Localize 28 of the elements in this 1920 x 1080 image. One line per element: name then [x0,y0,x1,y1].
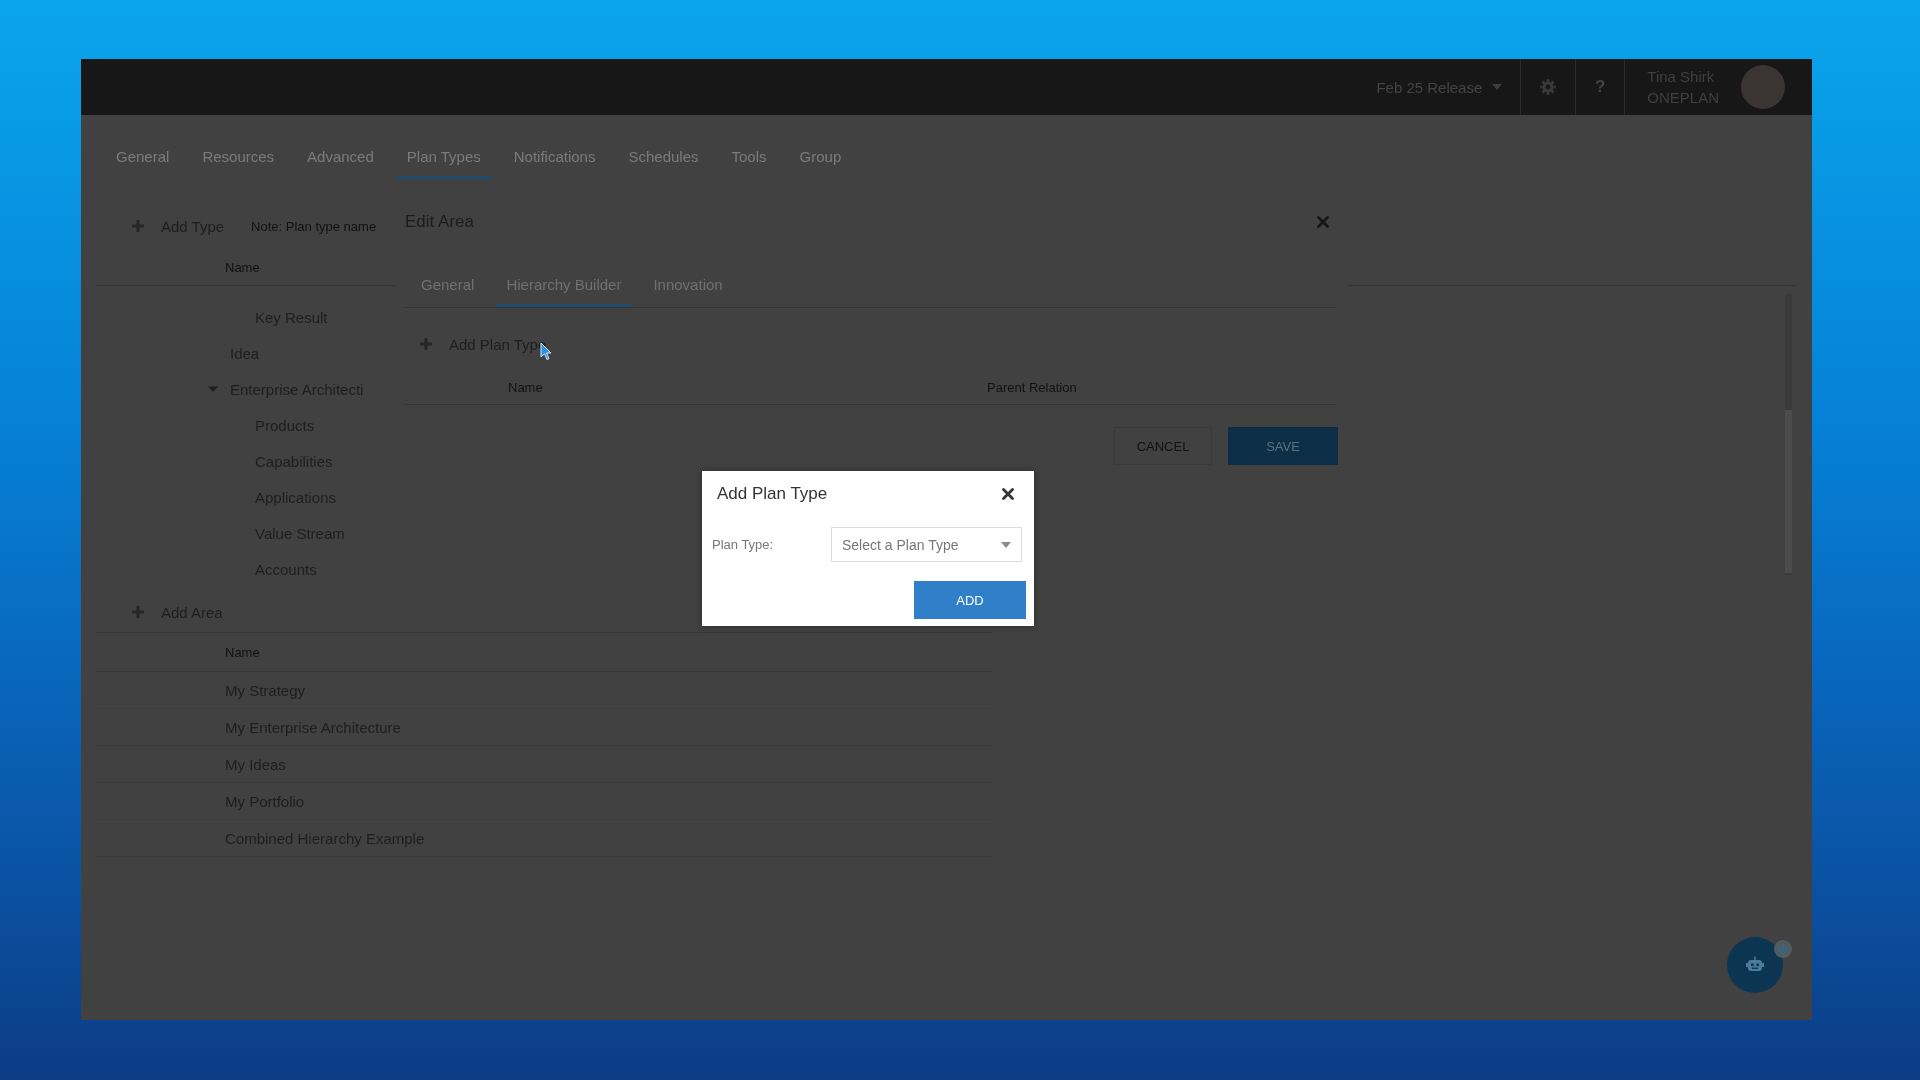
close-button[interactable] [1002,488,1014,500]
close-icon [1317,216,1329,228]
caret-icon [1001,541,1011,548]
caret-icon[interactable] [208,384,218,394]
tab[interactable]: Advanced [296,137,385,179]
close-icon [1002,488,1014,500]
tab[interactable]: Group [788,137,853,179]
add-button[interactable]: ADD [914,581,1026,619]
tab[interactable]: Plan Types [395,137,492,179]
field-label: Plan Type: [712,537,775,552]
caret-icon [1492,84,1503,90]
plan-type-select[interactable]: Select a Plan Type [831,527,1022,562]
plus-icon [420,338,432,350]
tab[interactable]: Schedules [617,137,710,179]
save-button[interactable]: SAVE [1228,427,1338,465]
plus-icon [132,220,144,232]
settings-icon [1539,78,1558,96]
help-button[interactable]: ? [1595,77,1606,97]
plus-icon [132,606,144,618]
tab[interactable]: Tools [720,137,778,179]
tab[interactable]: Notifications [502,137,607,179]
dialog-title: Add Plan Type [717,484,828,504]
tab[interactable]: Resources [191,137,286,179]
settings-button[interactable] [1539,78,1558,96]
power-icon[interactable] [1774,940,1792,958]
avatar[interactable] [1741,65,1785,109]
chat-bot-button[interactable] [1727,937,1783,993]
tab[interactable]: General [105,137,181,179]
